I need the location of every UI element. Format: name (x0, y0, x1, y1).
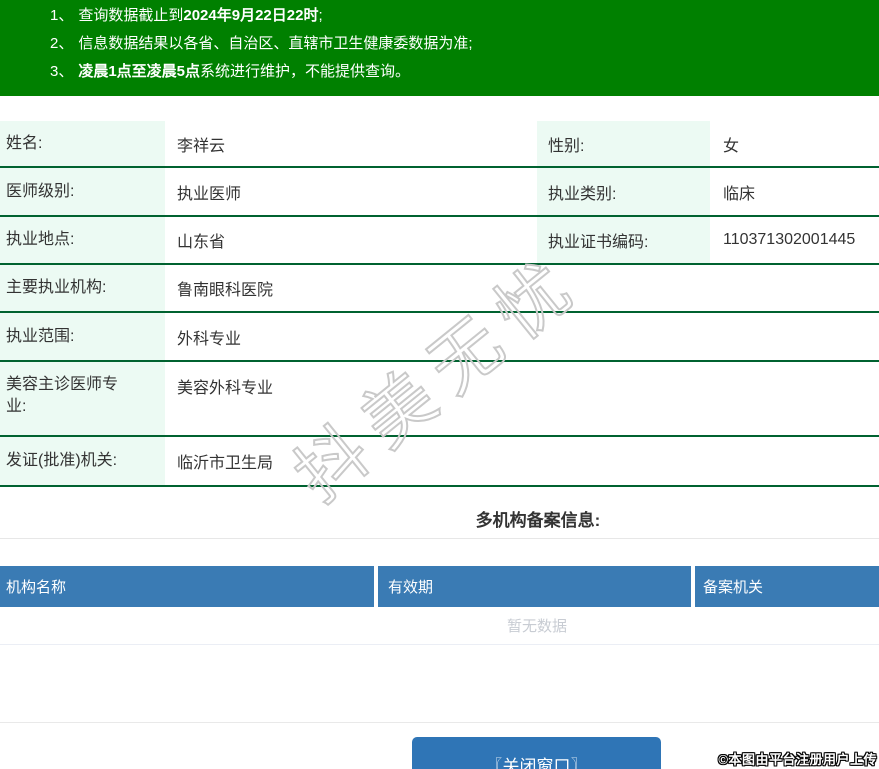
field-value-practice-type: 临床 (723, 185, 756, 203)
field-label-gender: 性别: (537, 121, 710, 166)
column-header-filing-authority: 备案机关 (695, 566, 879, 607)
table-row: 执业范围: 外科专业 (0, 313, 879, 362)
field-value-certificate-number: 110371302001445 (723, 231, 856, 248)
notice-line-number: 3、 (50, 63, 74, 80)
field-value-issuing-authority: 临沂市卫生局 (177, 455, 274, 472)
table-row: 主要执业机构: 鲁南眼科医院 (0, 265, 879, 313)
notice-line-number: 2、 (50, 35, 74, 52)
field-value-main-institution: 鲁南眼科医院 (177, 282, 274, 299)
table-row: 姓名: 李祥云 性别: 女 (0, 121, 879, 168)
field-value-gender: 女 (723, 137, 740, 155)
table-row: 发证(批准)机关: 临沂市卫生局 (0, 437, 879, 487)
notice-text: 查询数据截止到 (78, 7, 184, 24)
notice-text: 系统进行维护，不能提供查询。 (200, 63, 411, 80)
field-label-issuing-authority: 发证(批准)机关: (0, 437, 165, 485)
field-label-doctor-level: 医师级别: (0, 168, 165, 215)
field-value-practice-place: 山东省 (177, 234, 226, 251)
field-label-practice-type: 执业类别: (537, 168, 710, 215)
field-label-practice-scope: 执业范围: (0, 313, 165, 360)
field-value-practice-scope: 外科专业 (177, 330, 242, 348)
field-value-doctor-level: 执业医师 (177, 185, 242, 203)
uploader-copyright-watermark: ©本图由平台注册用户上传 (718, 752, 877, 767)
notice-line-3: 3、 凌晨1点至凌晨5点系统进行维护，不能提供查询。 (50, 58, 879, 86)
field-label-main-institution: 主要执业机构: (0, 265, 165, 311)
doctor-info-table: 姓名: 李祥云 性别: 女 医师级别: 执业医师 执业类别: 临床 执业地点: … (0, 121, 879, 487)
notice-line-1: 1、 查询数据截止到2024年9月22日22时; (50, 2, 879, 30)
table-row: 美容主诊医师专业: 美容外科专业 (0, 362, 879, 437)
table-row: 执业地点: 山东省 执业证书编码: 110371302001445 (0, 217, 879, 265)
notice-line-2: 2、 信息数据结果以各省、自治区、直辖市卫生健康委数据为准; (50, 30, 879, 58)
empty-data-placeholder: 暂无数据 (506, 618, 567, 635)
field-value-cosmetic-specialty: 美容外科专业 (177, 380, 274, 397)
field-label-certificate-number: 执业证书编码: (537, 217, 710, 263)
notice-text: 信息数据结果以各省、自治区、直辖市卫生健康委数据为准; (78, 35, 473, 52)
notice-banner: 1、 查询数据截止到2024年9月22日22时; 2、 信息数据结果以各省、自治区、… (0, 0, 879, 96)
filing-table-header: 机构名称 有效期 备案机关 (0, 566, 879, 607)
column-header-institution-name: 机构名称 (0, 566, 374, 607)
notice-line-number: 1、 (50, 7, 74, 24)
notice-text-bold: 2024年9月22日22时 (183, 7, 319, 24)
filing-section-title: 多机构备案信息: (475, 511, 601, 530)
field-value-name: 李祥云 (177, 137, 226, 155)
table-row: 医师级别: 执业医师 执业类别: 临床 (0, 168, 879, 217)
divider (0, 722, 879, 723)
divider (0, 644, 879, 645)
field-label-cosmetic-specialty: 美容主诊医师专业: (0, 362, 165, 435)
column-header-validity-period: 有效期 (378, 566, 691, 607)
field-label-name: 姓名: (0, 121, 165, 166)
notice-text-bold: 凌晨1点至凌晨5点 (78, 63, 201, 80)
divider (0, 538, 879, 539)
query-result-page: 1、 查询数据截止到2024年9月22日22时; 2、 信息数据结果以各省、自治区、… (0, 0, 879, 769)
field-label-practice-place: 执业地点: (0, 217, 165, 263)
close-window-button[interactable]: 〖关闭窗口〗 (412, 737, 661, 769)
notice-text: ; (318, 7, 323, 24)
